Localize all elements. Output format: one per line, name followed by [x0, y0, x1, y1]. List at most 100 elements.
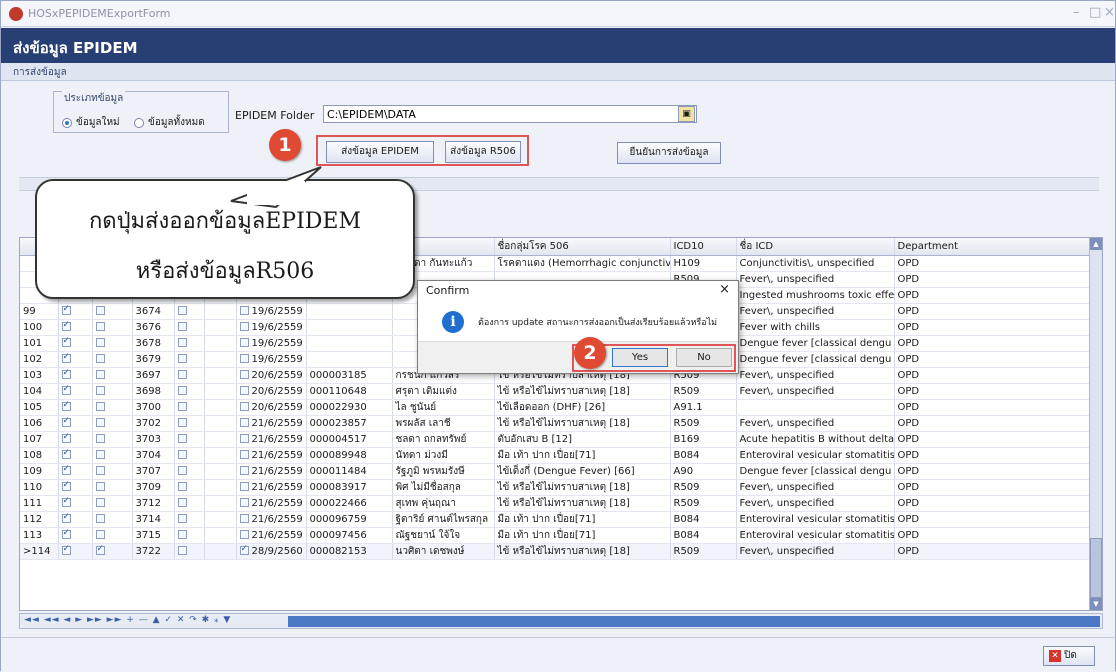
close-form-button[interactable]: ✕ ปิด	[1043, 646, 1095, 666]
checkbox-cell	[174, 335, 205, 352]
row-checkbox[interactable]	[95, 338, 105, 347]
row-checkbox[interactable]	[95, 418, 105, 427]
row-checkbox[interactable]	[239, 306, 249, 315]
row-checkbox[interactable]	[239, 370, 249, 379]
column-header[interactable]: ชื่อกลุ่มโรค 506	[494, 238, 671, 256]
table-row[interactable]: 105 3700 20/6/2559000022930ไล ชูนันย์ไข้เล…	[20, 399, 1102, 416]
row-checkbox[interactable]	[61, 336, 71, 347]
table-row[interactable]: 108 3704 21/6/2559000089948นัทดา ม่วงมีมือ…	[20, 447, 1102, 464]
row-checkbox[interactable]	[177, 338, 187, 347]
row-checkbox[interactable]	[61, 464, 71, 475]
table-row[interactable]: 111 3712 21/6/2559000022466สุเทพ คุ่นฤณาไข…	[20, 495, 1102, 512]
close-icon: ✕	[1049, 650, 1061, 662]
row-checkbox[interactable]	[61, 304, 71, 315]
row-checkbox[interactable]	[61, 528, 71, 539]
row-checkbox[interactable]	[239, 482, 249, 491]
row-checkbox[interactable]	[95, 354, 105, 363]
row-checkbox[interactable]	[95, 450, 105, 459]
row-checkbox[interactable]	[177, 386, 187, 395]
row-checkbox[interactable]	[177, 466, 187, 475]
column-header[interactable]: ICD10	[670, 238, 737, 256]
row-checkbox[interactable]	[61, 400, 71, 411]
row-checkbox[interactable]	[61, 512, 71, 523]
confirm-send-button[interactable]: ยืนยันการส่งข้อมูล	[617, 142, 721, 164]
row-checkbox[interactable]	[95, 482, 105, 491]
checkbox-cell	[92, 303, 133, 320]
row-checkbox[interactable]	[61, 416, 71, 427]
row-checkbox[interactable]	[61, 384, 71, 395]
row-checkbox[interactable]	[177, 306, 187, 315]
row-checkbox[interactable]	[95, 498, 105, 507]
checkbox-cell	[204, 479, 237, 496]
row-checkbox[interactable]	[95, 466, 105, 475]
row-checkbox[interactable]	[95, 306, 105, 315]
row-checkbox[interactable]	[239, 322, 249, 331]
row-checkbox[interactable]	[239, 338, 249, 347]
row-checkbox[interactable]	[177, 498, 187, 507]
row-checkbox[interactable]	[95, 514, 105, 523]
row-checkbox[interactable]	[95, 386, 105, 395]
close-window-button[interactable]: ×	[1104, 5, 1115, 20]
row-checkbox[interactable]	[177, 354, 187, 363]
table-row[interactable]: 109 3707 21/6/2559000011484รัฐภูมิ พรหมรัง…	[20, 463, 1102, 480]
table-row[interactable]: 106 3702 21/6/2559000023857พรผลัส เลาชีไข้…	[20, 415, 1102, 432]
hn-cell	[306, 351, 393, 368]
row-checkbox[interactable]	[239, 434, 249, 443]
row-checkbox[interactable]	[177, 322, 187, 331]
navigator-controls[interactable]: ◄◄ ◄◄ ◄ ► ►► ►► + — ▲ ✓ ✕ ↷ ✱ ⁎ ▼	[24, 615, 231, 625]
row-checkbox[interactable]	[61, 432, 71, 443]
table-row[interactable]: 107 3703 21/6/2559000004517ชลดา ถกลทรัพย์ต…	[20, 431, 1102, 448]
row-checkbox[interactable]	[95, 370, 105, 379]
folder-icon[interactable]: ▣	[678, 106, 695, 122]
row-checkbox[interactable]	[177, 530, 187, 539]
horizontal-scrollbar[interactable]	[288, 616, 1100, 627]
vertical-scrollbar[interactable]: ▲ ▼	[1089, 238, 1102, 610]
table-row[interactable]: 104 3698 20/6/2559000110648ศรุตา เติมแต่งไ…	[20, 383, 1102, 400]
row-checkbox[interactable]	[177, 402, 187, 411]
row-checkbox[interactable]	[239, 544, 249, 555]
row-checkbox[interactable]	[95, 544, 105, 555]
row-checkbox[interactable]	[239, 530, 249, 539]
row-checkbox[interactable]	[95, 402, 105, 411]
row-checkbox[interactable]	[239, 498, 249, 507]
row-checkbox[interactable]	[61, 480, 71, 491]
minimize-button[interactable]: –	[1073, 5, 1080, 20]
table-row[interactable]: 113 3715 21/6/2559000097456ณัฐชยาน์ ใจ้ใจม…	[20, 527, 1102, 544]
table-row[interactable]: 110 3709 21/6/2559000083917พิศ ไม่มีชื่อสก…	[20, 479, 1102, 496]
row-checkbox[interactable]	[177, 418, 187, 427]
row-checkbox[interactable]	[239, 354, 249, 363]
row-checkbox[interactable]	[177, 434, 187, 443]
dialog-close-button[interactable]: ×	[719, 282, 730, 297]
row-checkbox[interactable]	[61, 368, 71, 379]
row-checkbox[interactable]	[95, 434, 105, 443]
no-button[interactable]: No	[676, 348, 732, 367]
table-row[interactable]: 112 3714 21/6/2559000096759ฐิตาริย์ ศานต์ไ…	[20, 511, 1102, 528]
column-header[interactable]: ชื่อ ICD	[736, 238, 895, 256]
date-cell: 20/6/2559	[236, 367, 307, 384]
scroll-up-icon[interactable]: ▲	[1090, 238, 1102, 250]
row-checkbox[interactable]	[61, 496, 71, 507]
row-checkbox[interactable]	[95, 322, 105, 331]
row-checkbox[interactable]	[239, 514, 249, 523]
row-checkbox[interactable]	[239, 450, 249, 459]
row-checkbox[interactable]	[239, 418, 249, 427]
row-checkbox[interactable]	[177, 482, 187, 491]
maximize-button[interactable]: □	[1089, 5, 1101, 20]
row-checkbox[interactable]	[239, 386, 249, 395]
table-row[interactable]: >114 3722 28/9/2560000082153นวศิตา เดชพงษ์…	[20, 543, 1102, 560]
row-checkbox[interactable]	[95, 530, 105, 539]
row-checkbox[interactable]	[61, 448, 71, 459]
row-checkbox[interactable]	[239, 466, 249, 475]
yes-button[interactable]: Yes	[612, 348, 668, 367]
row-checkbox[interactable]	[177, 450, 187, 459]
row-checkbox[interactable]	[61, 544, 71, 555]
row-checkbox[interactable]	[177, 370, 187, 379]
column-header[interactable]: Department	[894, 238, 1102, 256]
scroll-thumb[interactable]	[1090, 538, 1102, 598]
row-checkbox[interactable]	[239, 402, 249, 411]
row-checkbox[interactable]	[177, 546, 187, 555]
row-checkbox[interactable]	[61, 320, 71, 331]
row-checkbox[interactable]	[177, 514, 187, 523]
row-checkbox[interactable]	[61, 352, 71, 363]
scroll-down-icon[interactable]: ▼	[1090, 598, 1102, 610]
